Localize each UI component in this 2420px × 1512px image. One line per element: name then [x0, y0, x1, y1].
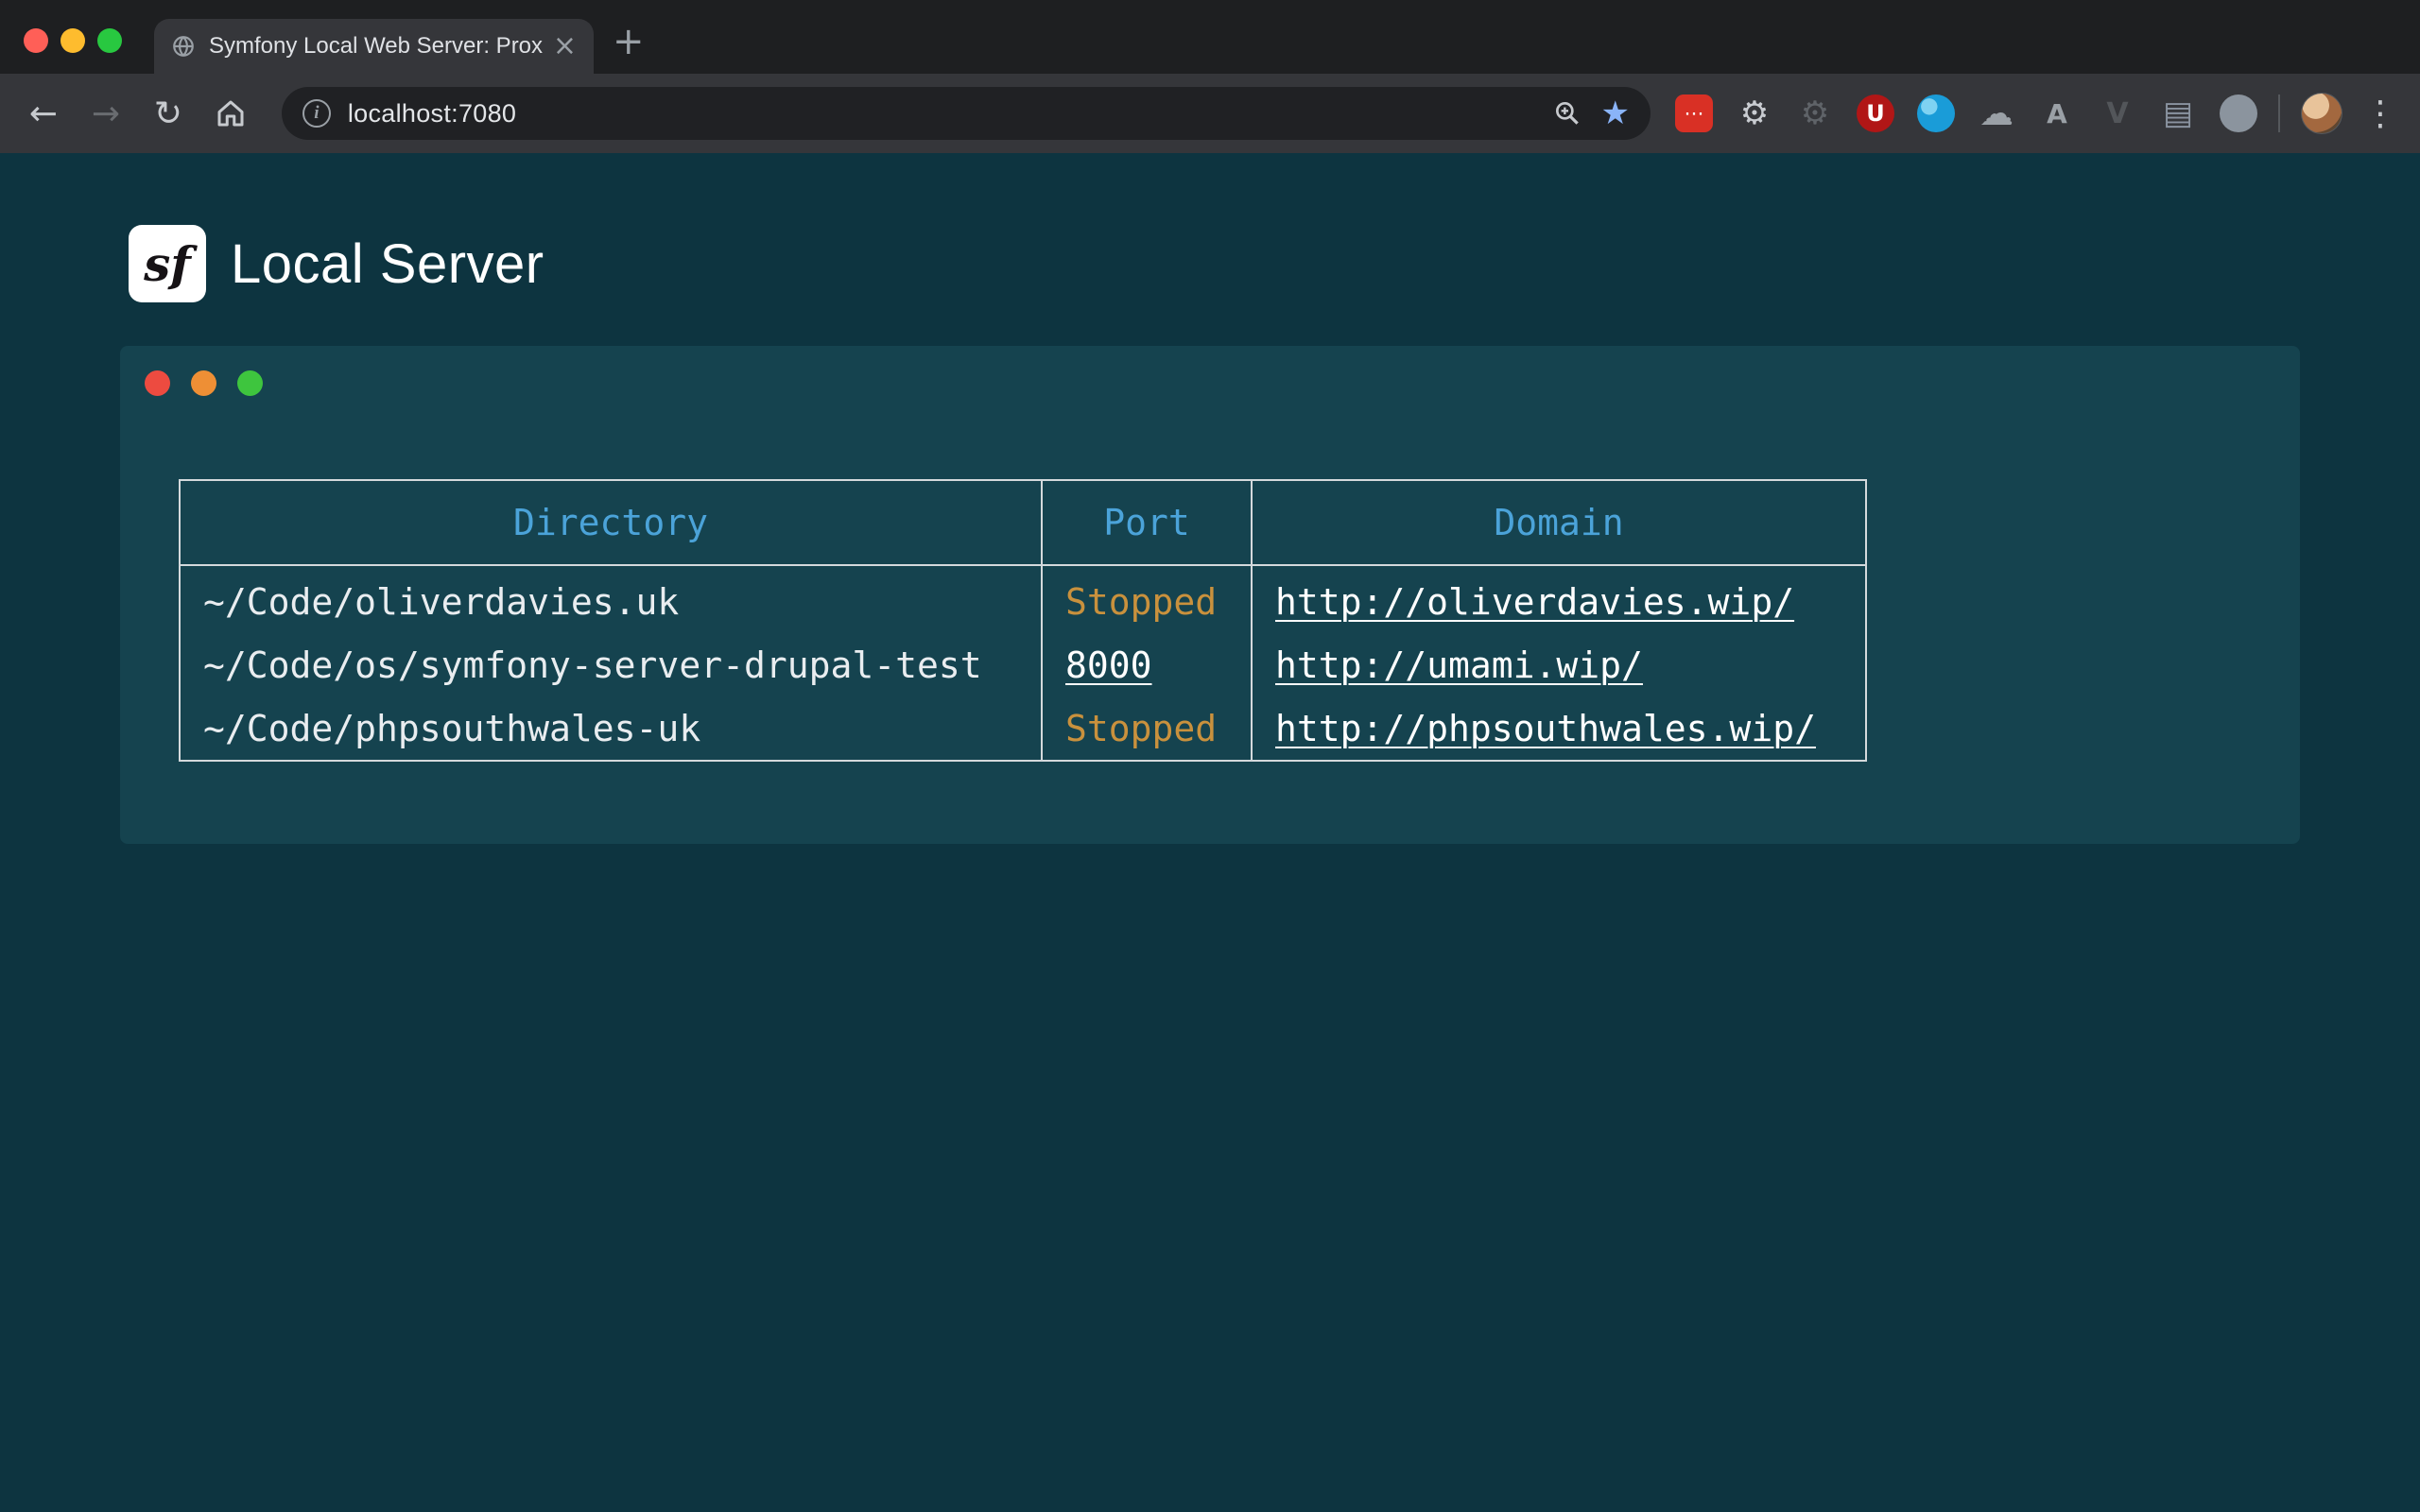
window-zoom-button[interactable]: [97, 28, 122, 53]
column-header-port: Port: [1042, 480, 1252, 565]
address-bar[interactable]: i localhost:7080 ★: [282, 87, 1651, 140]
column-header-domain: Domain: [1252, 480, 1866, 565]
table-header-row: Directory Port Domain: [180, 480, 1866, 565]
tab-strip: Symfony Local Web Server: Prox × +: [0, 0, 2420, 74]
cloud-extension-icon[interactable]: ☁: [1978, 94, 2015, 132]
browser-toolbar: ← → ↻ i localhost:7080 ★ ⋯ ⚙ ⚙: [0, 74, 2420, 153]
tab-close-icon[interactable]: ×: [553, 32, 577, 60]
blue-circle-extension-icon[interactable]: [1917, 94, 1955, 132]
card-dot-red: [145, 370, 170, 396]
forward-icon[interactable]: →: [85, 94, 127, 133]
new-tab-button[interactable]: +: [613, 23, 645, 60]
card-dot-green: [237, 370, 263, 396]
browser-menu-icon[interactable]: ⋮: [2363, 94, 2397, 133]
table-row: ~/Code/phpsouthwales-uk Stopped http://p…: [180, 696, 1866, 761]
domain-link[interactable]: http://oliverdavies.wip/: [1275, 581, 1794, 623]
globe-favicon-icon: [171, 34, 196, 59]
domain-link[interactable]: http://phpsouthwales.wip/: [1275, 708, 1816, 749]
reload-icon[interactable]: ↻: [147, 94, 189, 133]
tab-title: Symfony Local Web Server: Prox: [209, 33, 544, 60]
window-minimize-button[interactable]: [60, 28, 85, 53]
port-status: Stopped: [1042, 565, 1252, 633]
port-link[interactable]: 8000: [1065, 644, 1152, 686]
home-icon[interactable]: [210, 96, 251, 130]
browser-tab[interactable]: Symfony Local Web Server: Prox ×: [154, 19, 594, 74]
ublock-extension-icon[interactable]: U: [1857, 94, 1894, 132]
zoom-icon[interactable]: [1552, 98, 1582, 129]
gear-dark-extension-icon[interactable]: ⚙: [1796, 94, 1834, 132]
table-row: ~/Code/os/symfony-server-drupal-test 800…: [180, 633, 1866, 696]
letter-v-extension-icon[interactable]: V: [2099, 94, 2136, 132]
window-controls: [24, 28, 122, 53]
letter-a-extension-icon[interactable]: A: [2038, 94, 2076, 132]
symfony-logo: sf: [129, 225, 206, 302]
site-info-icon[interactable]: i: [302, 99, 331, 128]
card-window-dots: [145, 370, 2266, 396]
url-text: localhost:7080: [348, 99, 1552, 129]
card-dot-orange: [191, 370, 216, 396]
panel-extension-icon[interactable]: ▤: [2159, 94, 2197, 132]
bookmark-star-icon[interactable]: ★: [1601, 94, 1630, 132]
table-row: ~/Code/oliverdavies.uk Stopped http://ol…: [180, 565, 1866, 633]
red-dots-extension-icon[interactable]: ⋯: [1675, 94, 1713, 132]
directory-cell: ~/Code/oliverdavies.uk: [180, 565, 1042, 633]
servers-table: Directory Port Domain ~/Code/oliverdavie…: [179, 479, 1867, 762]
directory-cell: ~/Code/phpsouthwales-uk: [180, 696, 1042, 761]
window-close-button[interactable]: [24, 28, 48, 53]
toolbar-divider: [2278, 94, 2280, 132]
column-header-directory: Directory: [180, 480, 1042, 565]
profile-avatar[interactable]: [2301, 93, 2342, 134]
port-status: Stopped: [1042, 696, 1252, 761]
domain-link[interactable]: http://umami.wip/: [1275, 644, 1643, 686]
extensions-bar: ⋯ ⚙ ⚙ U ☁ A V ▤: [1675, 94, 2257, 132]
symfony-local-server-page: sf Local Server Directory Port Domain ~/…: [0, 153, 2420, 1512]
gear-light-extension-icon[interactable]: ⚙: [1736, 94, 1773, 132]
page-title: Local Server: [231, 232, 544, 296]
server-card: Directory Port Domain ~/Code/oliverdavie…: [120, 346, 2300, 844]
directory-cell: ~/Code/os/symfony-server-drupal-test: [180, 633, 1042, 696]
github-extension-icon[interactable]: [2220, 94, 2257, 132]
browser-window: Symfony Local Web Server: Prox × + ← → ↻…: [0, 0, 2420, 153]
back-icon[interactable]: ←: [23, 94, 64, 133]
page-header: sf Local Server: [129, 225, 2300, 302]
